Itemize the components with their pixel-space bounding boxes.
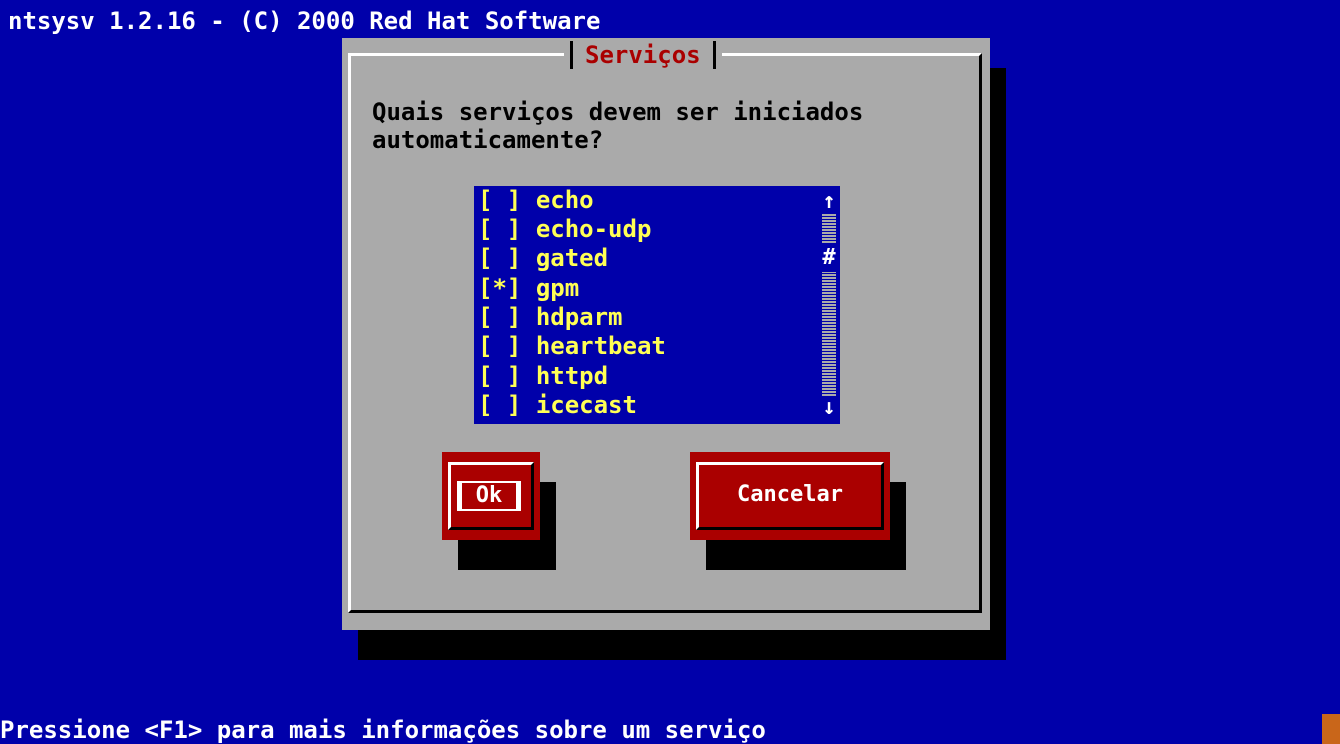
service-item-echo-udp[interactable]: [ ] echo-udp — [478, 215, 651, 244]
service-item-icecast[interactable]: [ ] icecast — [478, 391, 637, 420]
cancel-button-border: Cancelar — [696, 462, 884, 530]
service-checkbox[interactable]: [ ] — [478, 186, 521, 214]
service-name: heartbeat — [535, 332, 666, 360]
service-name: httpd — [535, 362, 609, 390]
scroll-down-arrow-icon[interactable]: ↓ — [820, 394, 838, 422]
cancel-button-label: Cancelar — [737, 482, 843, 507]
service-item-echo[interactable]: [ ] echo — [478, 186, 594, 215]
service-name: hdparm — [535, 303, 623, 331]
scroll-up-arrow-icon[interactable]: ↑ — [820, 188, 838, 216]
ok-button-label: Ok — [461, 483, 517, 509]
dialog-question: Quais serviços devem ser iniciados autom… — [372, 98, 864, 154]
service-item-hdparm[interactable]: [ ] hdparm — [478, 303, 623, 332]
dialog-title-box: Serviços — [564, 38, 722, 72]
service-checkbox[interactable]: [ ] — [478, 332, 521, 360]
services-listbox[interactable]: [ ] echo [ ] echo-udp [ ] gated [*] gpm … — [474, 186, 840, 424]
service-checkbox[interactable]: [ ] — [478, 215, 521, 243]
scrollbar-track[interactable] — [822, 214, 836, 396]
service-item-httpd[interactable]: [ ] httpd — [478, 362, 608, 391]
service-checkbox[interactable]: [ ] — [478, 244, 521, 272]
service-name: gpm — [535, 274, 580, 302]
service-checkbox[interactable]: [ ] — [478, 303, 521, 331]
dialog-title: Serviços — [585, 41, 701, 69]
service-checkbox[interactable]: [ ] — [478, 391, 521, 419]
status-hint: Pressione <F1> para mais informações sob… — [0, 716, 766, 744]
app-title: ntsysv 1.2.16 - (C) 2000 Red Hat Softwar… — [8, 7, 601, 35]
service-checkbox[interactable]: [*] — [478, 274, 521, 302]
service-item-heartbeat[interactable]: [ ] heartbeat — [478, 332, 666, 361]
service-item-gpm[interactable]: [*] gpm — [478, 274, 579, 303]
ok-button[interactable]: Ok — [442, 452, 540, 540]
service-item-gated[interactable]: [ ] gated — [478, 244, 608, 273]
service-name: icecast — [535, 391, 637, 419]
service-name: echo — [535, 186, 594, 214]
service-name: gated — [535, 244, 609, 272]
scrollbar-thumb[interactable]: # — [820, 244, 838, 272]
service-checkbox[interactable]: [ ] — [478, 362, 521, 390]
terminal-cursor — [1322, 714, 1340, 744]
ok-button-border: Ok — [448, 462, 534, 530]
service-name: echo-udp — [535, 215, 652, 243]
ok-button-focus: Ok — [457, 481, 521, 511]
title-right-bar — [712, 41, 716, 69]
cancel-button[interactable]: Cancelar — [690, 452, 890, 540]
